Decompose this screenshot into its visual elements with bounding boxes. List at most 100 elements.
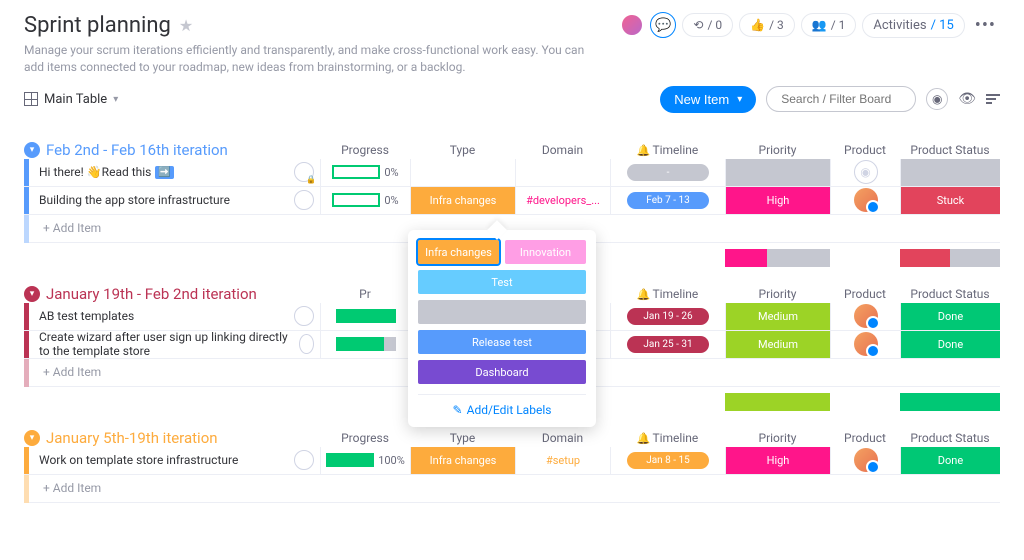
- avatar[interactable]: [854, 332, 878, 356]
- chat-icon[interactable]: [299, 334, 314, 354]
- item-name[interactable]: Work on template store infrastructure: [29, 447, 320, 474]
- type-option[interactable]: Test: [418, 270, 586, 294]
- counter-pill-2[interactable]: 👍 / 3: [739, 13, 795, 37]
- new-item-button[interactable]: New Item▾: [660, 86, 756, 113]
- col-product: Product: [830, 431, 900, 445]
- person-icon[interactable]: ◉: [926, 88, 948, 110]
- page-description: Manage your scrum iterations efficiently…: [24, 42, 604, 76]
- domain-cell[interactable]: #developers_...: [515, 187, 610, 214]
- status-cell[interactable]: Done: [900, 303, 1000, 330]
- status-cell[interactable]: [900, 159, 1000, 186]
- add-item-button[interactable]: + Add Item: [29, 475, 1000, 503]
- group-title[interactable]: Feb 2nd - Feb 16th iteration: [46, 141, 228, 159]
- counter-2-value: / 3: [769, 18, 784, 32]
- product-cell[interactable]: [830, 447, 900, 474]
- col-timeline: 🔔Timeline: [610, 287, 725, 301]
- domain-cell[interactable]: #setup: [515, 447, 610, 474]
- col-timeline: 🔔Timeline: [610, 143, 725, 157]
- col-type: Type: [410, 431, 515, 445]
- status-cell[interactable]: Stuck: [900, 187, 1000, 214]
- col-priority: Priority: [725, 143, 830, 157]
- col-status: Product Status: [900, 287, 1000, 301]
- avatar[interactable]: [854, 304, 878, 328]
- chat-notification-icon[interactable]: 💬: [650, 12, 676, 38]
- bell-icon: 🔔: [637, 432, 651, 445]
- chat-icon[interactable]: [294, 162, 314, 182]
- col-progress: Progress: [320, 431, 410, 445]
- status-cell[interactable]: Done: [900, 331, 1000, 358]
- star-icon[interactable]: ★: [179, 16, 193, 35]
- col-type: Type: [410, 143, 515, 157]
- product-cell[interactable]: ◉: [830, 159, 900, 186]
- type-cell[interactable]: Infra changes: [410, 447, 515, 474]
- view-label: Main Table: [44, 92, 107, 107]
- progress-cell[interactable]: [320, 303, 410, 330]
- type-option[interactable]: Dashboard: [418, 360, 586, 384]
- type-option[interactable]: Innovation: [505, 240, 586, 264]
- col-progress: Progress: [320, 143, 410, 157]
- priority-cell[interactable]: High: [725, 447, 830, 474]
- type-cell[interactable]: Infra changes: [410, 187, 515, 214]
- avatar-empty[interactable]: ◉: [854, 160, 878, 184]
- product-cell[interactable]: [830, 303, 900, 330]
- timeline-cell[interactable]: Feb 7 - 13: [610, 187, 725, 214]
- filter-icon[interactable]: [986, 94, 1000, 104]
- progress-cell[interactable]: [320, 331, 410, 358]
- item-name[interactable]: Building the app store infrastructure: [29, 187, 320, 214]
- status-cell[interactable]: Done: [900, 447, 1000, 474]
- timeline-cell[interactable]: -: [610, 159, 725, 186]
- product-cell[interactable]: [830, 187, 900, 214]
- chat-icon[interactable]: [294, 190, 314, 210]
- progress-cell[interactable]: 100%: [320, 447, 410, 474]
- priority-cell[interactable]: High: [725, 187, 830, 214]
- timeline-cell[interactable]: Jan 19 - 26: [610, 303, 725, 330]
- collapse-icon[interactable]: ▾: [24, 286, 40, 302]
- type-option[interactable]: [418, 300, 586, 324]
- type-dropdown: Infra changesInnovation Test Release test D…: [408, 230, 596, 427]
- more-icon[interactable]: •••: [971, 15, 1000, 36]
- visibility-icon[interactable]: 👁: [958, 91, 976, 107]
- activities-count: / 15: [931, 18, 954, 33]
- type-option[interactable]: Release test: [418, 330, 586, 354]
- col-product: Product: [830, 287, 900, 301]
- item-name[interactable]: AB test templates: [29, 303, 320, 330]
- chevron-down-icon: ▾: [113, 94, 118, 105]
- group-title[interactable]: January 5th-19th iteration: [46, 429, 218, 447]
- collapse-icon[interactable]: ▾: [24, 142, 40, 158]
- view-selector[interactable]: Main Table ▾: [24, 92, 118, 107]
- priority-cell[interactable]: Medium: [725, 331, 830, 358]
- chat-icon[interactable]: [294, 450, 314, 470]
- item-name[interactable]: Hi there! 👋Read this ➡️: [29, 159, 320, 186]
- activities-pill[interactable]: Activities / 15: [862, 13, 964, 38]
- domain-cell[interactable]: [515, 159, 610, 186]
- col-timeline: 🔔Timeline: [610, 431, 725, 445]
- table-icon: [24, 92, 38, 106]
- timeline-cell[interactable]: Jan 8 - 15: [610, 447, 725, 474]
- progress-cell[interactable]: 0%: [320, 159, 410, 186]
- counter-1-value: / 0: [707, 18, 722, 32]
- progress-cell[interactable]: 0%: [320, 187, 410, 214]
- avatar[interactable]: [854, 188, 878, 212]
- collapse-icon[interactable]: ▾: [24, 430, 40, 446]
- type-option[interactable]: Infra changes: [418, 240, 499, 264]
- avatar[interactable]: [854, 448, 878, 472]
- priority-cell[interactable]: Medium: [725, 303, 830, 330]
- col-status: Product Status: [900, 431, 1000, 445]
- timeline-cell[interactable]: Jan 25 - 31: [610, 331, 725, 358]
- page-title: Sprint planning: [24, 13, 171, 38]
- counter-pill-3[interactable]: 👥 / 1: [801, 13, 857, 37]
- product-cell[interactable]: [830, 331, 900, 358]
- item-name[interactable]: Create wizard after user sign up linking…: [29, 331, 320, 358]
- col-product: Product: [830, 143, 900, 157]
- group-title[interactable]: January 19th - Feb 2nd iteration: [46, 285, 257, 303]
- add-edit-labels-button[interactable]: ✎ Add/Edit Labels: [418, 394, 586, 417]
- counter-pill-1[interactable]: ⟲ / 0: [682, 13, 733, 37]
- chat-icon[interactable]: [294, 306, 314, 326]
- avatar[interactable]: [620, 13, 644, 37]
- search-input[interactable]: [766, 86, 916, 112]
- priority-cell[interactable]: [725, 159, 830, 186]
- bell-icon: 🔔: [637, 288, 651, 301]
- type-cell[interactable]: [410, 159, 515, 186]
- chevron-down-icon: ▾: [737, 94, 742, 105]
- edit-labels-text: Add/Edit Labels: [467, 403, 552, 417]
